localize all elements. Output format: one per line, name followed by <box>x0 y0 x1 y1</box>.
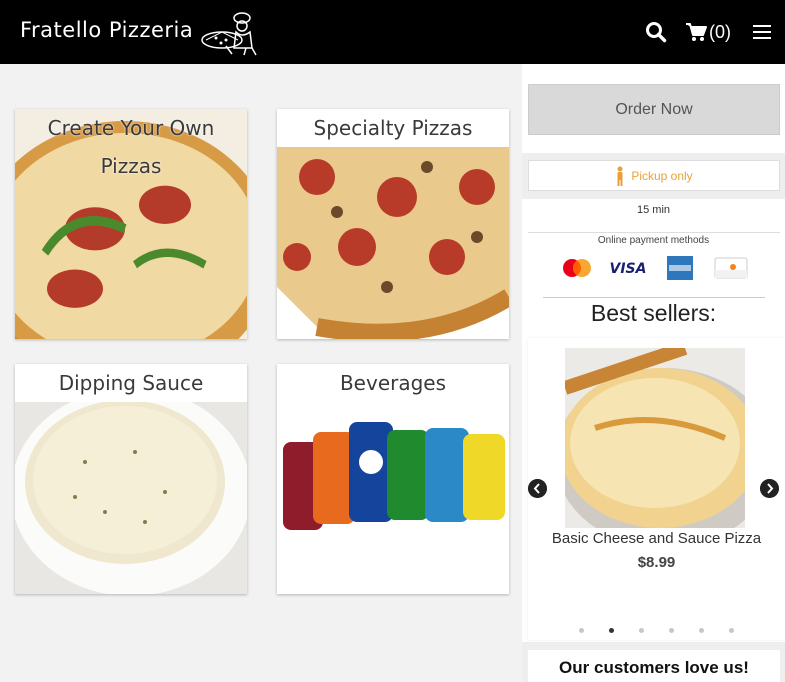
pizza-chef-logo-icon[interactable] <box>196 8 262 56</box>
carousel-dot[interactable] <box>717 624 747 636</box>
order-sidebar: Order Now Pickup only 15 min Online paym… <box>522 64 785 682</box>
cart-button[interactable]: (0) <box>685 22 731 43</box>
carousel-dot[interactable] <box>657 624 687 636</box>
carousel-dot[interactable] <box>687 624 717 636</box>
hamburger-menu-icon[interactable] <box>751 22 773 42</box>
top-navbar: Fratello Pizzeria (0) <box>0 0 785 64</box>
cart-count: (0) <box>709 21 731 42</box>
next-arrow-icon[interactable] <box>760 479 779 498</box>
brand-name[interactable]: Fratello Pizzeria <box>20 18 193 42</box>
carousel-dot[interactable] <box>627 624 657 636</box>
amex-icon <box>666 256 693 280</box>
cheese-pizza-image[interactable] <box>565 348 745 528</box>
beverages-image <box>277 402 509 594</box>
payment-methods-label: Online payment methods <box>597 235 710 246</box>
category-title: Create Your Own Pizzas <box>47 116 215 178</box>
best-sellers-carousel: Basic Cheese and Sauce Pizza $8.99 <box>528 338 785 640</box>
discover-icon <box>714 257 748 279</box>
dot-icon <box>579 627 584 633</box>
category-beverages[interactable]: Beverages <box>277 364 509 594</box>
divider <box>528 232 780 233</box>
category-dipping-sauce[interactable]: Dipping Sauce <box>15 364 247 594</box>
category-title: Specialty Pizzas <box>313 116 473 140</box>
previous-arrow-icon[interactable] <box>528 479 547 498</box>
prep-time: 15 min <box>636 204 671 216</box>
dot-icon <box>699 627 704 633</box>
testimonials-title: Our customers love us! <box>528 650 780 682</box>
specialty-pizza-image <box>277 147 509 339</box>
dot-icon <box>639 627 644 633</box>
carousel-dot[interactable] <box>567 624 597 636</box>
mastercard-icon <box>563 259 591 277</box>
category-title: Dipping Sauce <box>58 371 204 395</box>
order-now-button[interactable]: Order Now <box>528 84 780 135</box>
header-actions: (0) <box>645 18 773 46</box>
category-specialty-pizzas[interactable]: Specialty Pizzas <box>277 109 509 339</box>
divider <box>543 297 765 298</box>
product-price: $8.99 <box>637 554 676 571</box>
shopping-cart-icon <box>686 23 707 41</box>
dipping-sauce-image <box>15 402 247 594</box>
person-walking-icon <box>617 166 623 186</box>
dot-icon <box>669 627 674 633</box>
category-title: Beverages <box>339 371 447 395</box>
search-icon[interactable] <box>645 21 667 43</box>
carousel-pagination <box>528 624 785 636</box>
category-create-your-own[interactable]: Create Your Own Pizzas <box>15 109 247 339</box>
visa-icon: VISA <box>610 261 647 277</box>
carousel-dot[interactable] <box>597 624 627 636</box>
category-grid: Create Your Own Pizzas Specialty Pizzas <box>0 64 522 682</box>
dot-icon <box>729 627 734 633</box>
payment-methods: VISA <box>558 255 750 281</box>
pickup-option[interactable]: Pickup only <box>528 160 780 191</box>
pickup-label: Pickup only <box>631 168 693 183</box>
best-sellers-title: Best sellers: <box>590 300 717 326</box>
svg-text:VISA: VISA <box>610 261 647 277</box>
dot-icon <box>609 627 614 633</box>
product-name[interactable]: Basic Cheese and Sauce Pizza <box>528 530 785 547</box>
